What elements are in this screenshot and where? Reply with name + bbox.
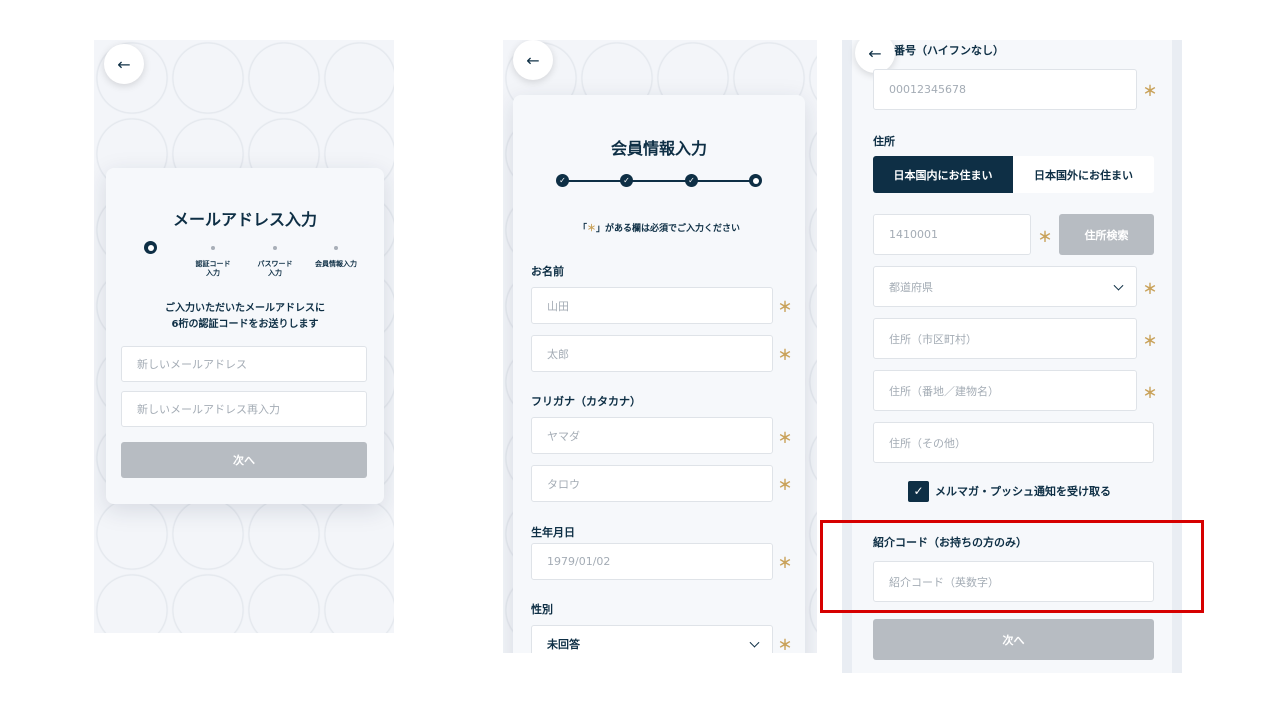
arrow-left-icon: ← xyxy=(526,50,540,70)
check-icon: ✓ xyxy=(913,484,924,498)
email-input[interactable]: 新しいメールアドレス xyxy=(121,346,367,382)
required-note-text: 」がある欄は必須でご入力ください xyxy=(596,224,741,234)
next-button[interactable]: 次へ xyxy=(121,442,367,478)
required-mark: ＊ xyxy=(778,300,792,316)
required-mark: ＊ xyxy=(1143,84,1157,100)
back-button[interactable]: ← xyxy=(104,44,144,84)
required-mark: ＊ xyxy=(1143,386,1157,402)
address-label: 住所 xyxy=(873,135,895,148)
phone-input[interactable]: 00012345678 xyxy=(873,69,1137,110)
phone-label: 番号（ハイフンなし） xyxy=(894,44,1004,57)
email-entry-screen: ← メールアドレス入力 認証コード 入力 パスワード 入力 会員情報入力 ご入力… xyxy=(94,40,394,633)
city-input[interactable]: 住所（市区町村） xyxy=(873,318,1137,359)
gender-select-value: 未回答 xyxy=(547,637,580,651)
stepper-line xyxy=(563,180,756,182)
street-building-input[interactable]: 住所（番地／建物名） xyxy=(873,370,1137,411)
domestic-residence-toggle[interactable]: 日本国内にお住まい xyxy=(873,156,1013,193)
instruction-line: ご入力いただいたメールアドレスに xyxy=(165,303,325,314)
email-confirm-input[interactable]: 新しいメールアドレス再入力 xyxy=(121,391,367,427)
address-other-input[interactable]: 住所（その他） xyxy=(873,422,1154,463)
instruction-text: ご入力いただいたメールアドレスに 6桁の認証コードをお送りします xyxy=(106,301,384,333)
arrow-left-icon: ← xyxy=(868,43,882,63)
step-indicator xyxy=(334,246,338,250)
kana-label: フリガナ（カタカナ） xyxy=(531,395,641,408)
birthdate-input[interactable]: 1979/01/02 xyxy=(531,543,773,580)
step-current-indicator xyxy=(144,241,157,254)
first-name-input[interactable]: 太郎 xyxy=(531,335,773,372)
member-info-screen: ← 会員情報入力 ✓ ✓ ✓ 「＊」がある欄は必須でご入力ください お名前 山田… xyxy=(503,40,817,653)
address-search-button[interactable]: 住所検索 xyxy=(1059,214,1154,255)
last-name-kana-input[interactable]: ヤマダ xyxy=(531,417,773,454)
chevron-down-icon xyxy=(749,637,760,648)
step-indicator xyxy=(273,246,277,250)
gender-select[interactable]: 未回答 xyxy=(531,625,773,653)
newsletter-checkbox-row[interactable]: ✓ メルマガ・プッシュ通知を受け取る xyxy=(908,480,1111,502)
member-info-card: 会員情報入力 ✓ ✓ ✓ 「＊」がある欄は必須でご入力ください お名前 山田 ＊… xyxy=(513,95,805,653)
instruction-line: 6桁の認証コードをお送りします xyxy=(171,319,319,330)
postal-code-input[interactable]: 1410001 xyxy=(873,214,1031,255)
chevron-down-icon xyxy=(1113,280,1124,291)
required-mark: ＊ xyxy=(778,556,792,572)
arrow-left-icon: ← xyxy=(117,54,131,74)
first-name-kana-input[interactable]: タロウ xyxy=(531,465,773,502)
page-title: メールアドレス入力 xyxy=(172,210,317,229)
required-note-open: 「 xyxy=(577,224,587,234)
step-label: 認証コード 入力 xyxy=(195,260,231,277)
prefecture-select[interactable]: 都道府県 xyxy=(873,266,1137,307)
email-entry-card: メールアドレス入力 認証コード 入力 パスワード 入力 会員情報入力 ご入力いた… xyxy=(106,168,384,504)
required-note-star: ＊ xyxy=(586,224,596,234)
name-label: お名前 xyxy=(531,265,564,278)
step-complete-check-icon: ✓ xyxy=(556,174,569,187)
required-mark: ＊ xyxy=(778,431,792,447)
back-button[interactable]: ← xyxy=(513,40,553,80)
required-mark: ＊ xyxy=(1143,282,1157,298)
newsletter-checkbox[interactable]: ✓ xyxy=(908,480,929,502)
step-complete-check-icon: ✓ xyxy=(620,174,633,187)
newsletter-label: メルマガ・プッシュ通知を受け取る xyxy=(935,485,1111,498)
overseas-residence-toggle[interactable]: 日本国外にお住まい xyxy=(1013,156,1154,193)
referral-code-highlight-box xyxy=(820,520,1204,613)
step-current-indicator xyxy=(749,174,762,187)
required-mark: ＊ xyxy=(1038,230,1052,246)
page-title: 会員情報入力 xyxy=(610,139,707,158)
required-mark: ＊ xyxy=(778,348,792,364)
step-label: 会員情報入力 xyxy=(315,260,357,268)
next-button[interactable]: 次へ xyxy=(873,619,1154,660)
last-name-input[interactable]: 山田 xyxy=(531,287,773,324)
required-mark: ＊ xyxy=(1143,334,1157,350)
step-label: パスワード 入力 xyxy=(257,260,293,277)
birthdate-label: 生年月日 xyxy=(531,526,575,539)
required-mark: ＊ xyxy=(778,478,792,494)
step-indicator xyxy=(211,246,215,250)
step-complete-check-icon: ✓ xyxy=(685,174,698,187)
required-note: 「＊」がある欄は必須でご入力ください xyxy=(513,221,805,234)
gender-label: 性別 xyxy=(531,603,553,616)
required-mark: ＊ xyxy=(778,638,792,653)
prefecture-select-value: 都道府県 xyxy=(889,280,933,294)
